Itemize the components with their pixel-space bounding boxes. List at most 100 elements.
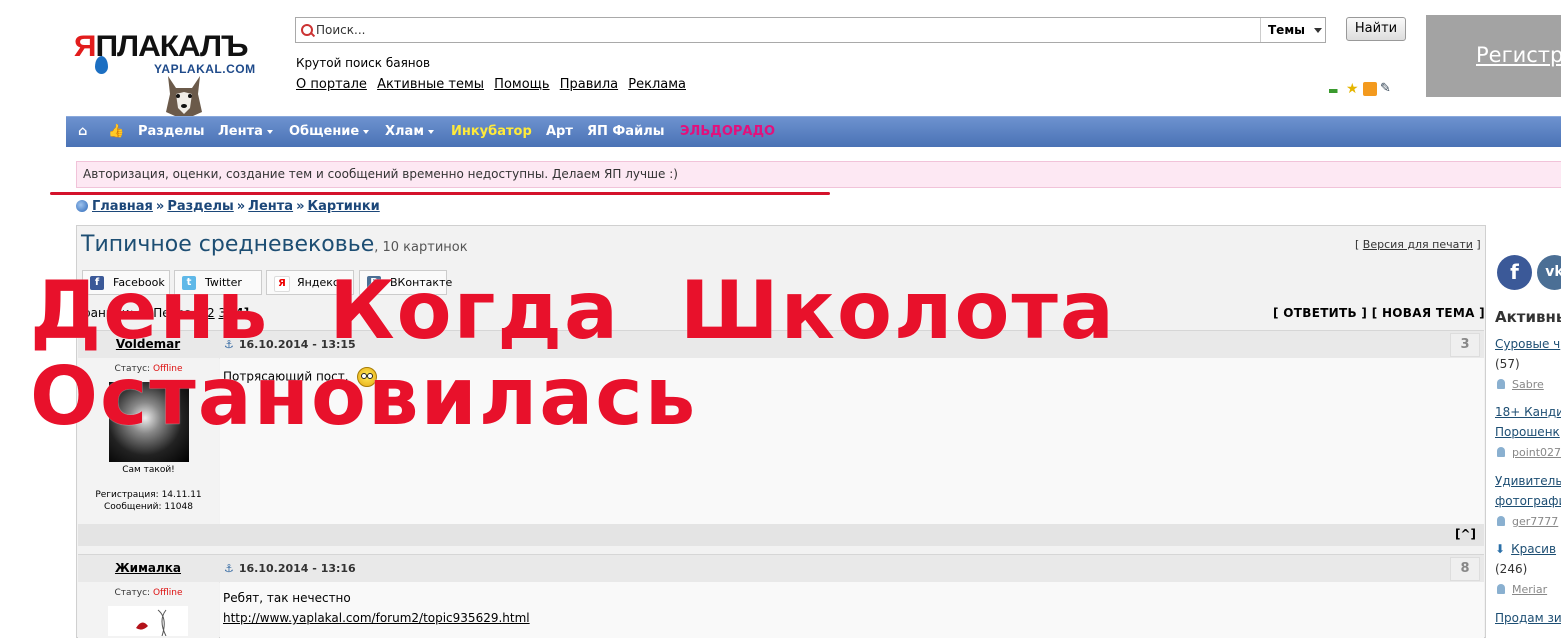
active-topic-user-link[interactable]: ger7777 bbox=[1512, 515, 1558, 528]
nav-item-feed-label: Лента bbox=[218, 124, 263, 139]
rss-icon[interactable] bbox=[1363, 81, 1377, 96]
active-topic-user-link[interactable]: Sabre bbox=[1512, 378, 1544, 391]
active-topic-link[interactable]: ⬇ Красив bbox=[1495, 542, 1556, 556]
author-status: Статус: Offline bbox=[78, 588, 219, 598]
active-topic-link[interactable]: Суровые ч bbox=[1495, 337, 1560, 351]
post-body: Ребят, так нечестно http://www.yaplakal.… bbox=[220, 582, 1484, 638]
active-topic-user: Sabre bbox=[1497, 378, 1544, 391]
nav-item-files[interactable]: ЯП Файлы bbox=[587, 117, 664, 147]
user-icon bbox=[1497, 379, 1505, 389]
nav-item-incubator[interactable]: Инкубатор bbox=[451, 117, 532, 147]
breadcrumb-bullet-icon bbox=[76, 200, 88, 212]
pencil-icon[interactable]: ✎ bbox=[1380, 81, 1394, 96]
husky-mascot-icon bbox=[166, 76, 202, 120]
active-topic-count: (246) bbox=[1495, 562, 1528, 576]
author-message-count: Сообщений: 11048 bbox=[104, 502, 193, 512]
user-icon bbox=[1497, 584, 1505, 594]
search-scope-select[interactable]: Темы bbox=[1260, 18, 1326, 42]
post-footer: [^] bbox=[78, 524, 1484, 546]
post-header: Жималка ⚓ 16.10.2014 - 13:16 8 bbox=[78, 554, 1484, 583]
post-text-content: Ребят, так нечестно bbox=[223, 591, 351, 605]
facebook-round-icon[interactable]: f bbox=[1497, 255, 1532, 290]
find-button[interactable]: Найти bbox=[1346, 17, 1406, 41]
active-topic-count: (57) bbox=[1495, 357, 1520, 371]
star-icon[interactable]: ★ bbox=[1346, 82, 1360, 96]
search-icon bbox=[301, 24, 313, 36]
top-link-ads[interactable]: Реклама bbox=[628, 77, 686, 92]
nav-item-sections[interactable]: Разделы bbox=[138, 117, 204, 147]
post-date-text: 16.10.2014 - 13:16 bbox=[238, 562, 356, 575]
active-topic-link[interactable]: Удивитель bbox=[1495, 474, 1561, 488]
post-number[interactable]: 3 bbox=[1450, 333, 1480, 357]
status-label: Статус: bbox=[114, 588, 151, 598]
nav-item-eldorado[interactable]: ЭЛЬДОРАДО bbox=[680, 117, 775, 147]
nav-item-junk-label: Хлам bbox=[385, 124, 424, 139]
register-link[interactable]: Регистр bbox=[1476, 43, 1561, 67]
top-links: О портале Активные темы Помощь Правила Р… bbox=[296, 77, 692, 92]
nav-item-junk[interactable]: Хлам bbox=[385, 117, 434, 147]
top-link-help[interactable]: Помощь bbox=[494, 77, 549, 92]
main-nav: ⌂ 👍 Разделы Лента Общение Хлам Инкубатор… bbox=[66, 116, 1561, 147]
maintenance-notice: Авторизация, оценки, создание тем и сооб… bbox=[76, 161, 1561, 188]
breadcrumb-separator: » bbox=[155, 199, 165, 214]
breadcrumb-home[interactable]: Главная bbox=[92, 199, 153, 214]
active-topic-link[interactable]: 18+ Канди bbox=[1495, 405, 1561, 419]
site-logo[interactable]: ЯПЛАКАЛЪ YAPLAKAL.COM bbox=[74, 30, 276, 120]
active-topic-link[interactable]: Продам зи bbox=[1495, 611, 1561, 625]
toolbar-icons: ★ ✎ bbox=[1329, 78, 1397, 96]
tear-drop-icon bbox=[95, 56, 108, 74]
active-topic-link[interactable]: Порошенк bbox=[1495, 425, 1560, 439]
print-version-link[interactable]: Версия для печати bbox=[1363, 238, 1473, 251]
post-number[interactable]: 8 bbox=[1450, 557, 1480, 581]
breadcrumb-feed[interactable]: Лента bbox=[248, 199, 293, 214]
search-box: Темы bbox=[295, 17, 1326, 43]
overlay-caption-line2: Остановилась bbox=[30, 350, 698, 443]
chevron-down-icon bbox=[266, 129, 273, 134]
anchor-icon[interactable]: ⚓ bbox=[224, 562, 234, 575]
breadcrumb-pictures[interactable]: Картинки bbox=[307, 199, 379, 214]
nav-item-art[interactable]: Арт bbox=[546, 117, 573, 147]
overlay-caption-line1: День Когда Школота bbox=[30, 264, 1116, 357]
red-underline-mark bbox=[50, 192, 830, 195]
active-topic-user-link[interactable]: Meriar bbox=[1512, 583, 1547, 596]
nav-item-communication[interactable]: Общение bbox=[289, 117, 370, 147]
search-hint: Крутой поиск баянов bbox=[296, 56, 431, 70]
vk-round-icon[interactable]: vk bbox=[1537, 255, 1561, 290]
scroll-top-link[interactable]: [^] bbox=[1455, 527, 1476, 541]
chevron-down-icon bbox=[427, 129, 434, 134]
search-scope-value: Темы bbox=[1268, 23, 1305, 37]
overlay-caption: День Когда Школота Остановилась bbox=[30, 268, 1130, 440]
reply-new-topic-links[interactable]: [ ОТВЕТИТЬ ] [ НОВАЯ ТЕМА ] bbox=[1273, 306, 1485, 320]
status-value: Offline bbox=[152, 588, 183, 598]
nav-item-communication-label: Общение bbox=[289, 124, 360, 139]
breadcrumb-separator: » bbox=[236, 199, 246, 214]
nav-item-feed[interactable]: Лента bbox=[218, 117, 273, 147]
search-input[interactable] bbox=[316, 20, 1246, 40]
post-link[interactable]: http://www.yaplakal.com/forum2/topic9356… bbox=[223, 611, 530, 625]
top-link-about[interactable]: О портале bbox=[296, 77, 367, 92]
active-topic-user: ger7777 bbox=[1497, 515, 1558, 528]
home-icon[interactable]: ⌂ bbox=[78, 117, 87, 147]
thumbs-up-icon[interactable]: 👍 bbox=[108, 117, 124, 147]
register-banner[interactable]: Регистр bbox=[1426, 15, 1561, 97]
top-link-rules[interactable]: Правила bbox=[560, 77, 618, 92]
breadcrumb-sections[interactable]: Разделы bbox=[167, 199, 233, 214]
active-topic-user: Meriar bbox=[1497, 583, 1547, 596]
login-arrow-icon[interactable] bbox=[1329, 89, 1343, 93]
topic-title: Типичное средневековье, 10 картинок bbox=[81, 232, 468, 257]
top-link-active-topics[interactable]: Активные темы bbox=[377, 77, 484, 92]
user-icon bbox=[1497, 516, 1505, 526]
active-topic-link[interactable]: фотографи bbox=[1495, 494, 1561, 508]
breadcrumb-separator: » bbox=[296, 199, 305, 214]
avatar[interactable] bbox=[108, 606, 188, 636]
topic-title-text: Типичное средневековье bbox=[81, 232, 375, 257]
topic-picture-count: , 10 картинок bbox=[374, 240, 468, 255]
post-author-panel: Статус: Offline bbox=[78, 582, 219, 638]
arrow-down-icon: ⬇ bbox=[1495, 542, 1506, 556]
active-topic-user-link[interactable]: point027 bbox=[1512, 446, 1561, 459]
author-registration: Регистрация: 14.11.11 bbox=[95, 490, 202, 500]
post-author[interactable]: Жималка bbox=[78, 561, 218, 575]
post-text: Ребят, так нечестно http://www.yaplakal.… bbox=[223, 591, 530, 625]
active-topics-heading: Активны bbox=[1495, 308, 1561, 326]
active-topic-title: Красив bbox=[1511, 542, 1557, 556]
